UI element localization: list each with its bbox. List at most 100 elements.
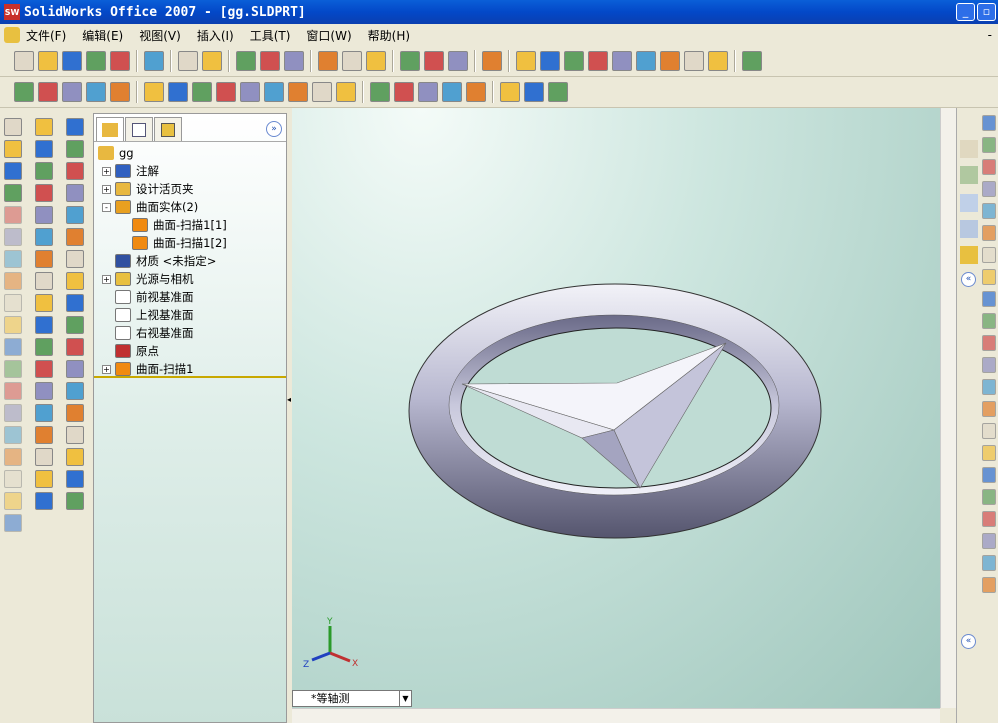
feature-command-icon[interactable] <box>66 294 84 312</box>
tree-item[interactable]: - 曲面实体(2) <box>102 198 198 216</box>
feature-command-icon[interactable] <box>4 404 22 422</box>
menu-item[interactable]: 文件(F) <box>26 27 66 44</box>
zoom-area-icon[interactable] <box>192 82 212 102</box>
top-view-icon[interactable] <box>612 51 632 71</box>
tab-configuration-manager[interactable] <box>154 117 182 141</box>
sketch-tool-icon[interactable] <box>982 533 996 549</box>
sketch-tool-icon[interactable] <box>982 423 996 439</box>
menu-item[interactable]: 帮助(H) <box>368 27 410 44</box>
tree-item[interactable]: 原点 <box>102 342 159 360</box>
menu-item[interactable]: 视图(V) <box>139 27 181 44</box>
feature-command-icon[interactable] <box>4 294 22 312</box>
expand-toggle[interactable]: + <box>102 364 111 374</box>
rollback-bar[interactable] <box>94 376 286 378</box>
feature-command-icon[interactable] <box>4 492 22 510</box>
tree-root[interactable]: gg <box>98 144 134 162</box>
front-view-icon[interactable] <box>516 51 536 71</box>
expand-toggle[interactable]: - <box>102 202 111 212</box>
appearances-icon[interactable] <box>960 246 978 264</box>
undo-icon[interactable] <box>178 51 198 71</box>
menu-item[interactable]: 工具(T) <box>250 27 291 44</box>
right-view-icon[interactable] <box>588 51 608 71</box>
appearance-icon[interactable] <box>366 51 386 71</box>
vertical-scrollbar[interactable] <box>940 108 956 708</box>
trimetric-view-icon[interactable] <box>684 51 704 71</box>
tree-item[interactable]: 右视基准面 <box>102 324 194 342</box>
feature-command-icon[interactable] <box>35 272 53 290</box>
feature-command-icon[interactable] <box>66 382 84 400</box>
feature-command-icon[interactable] <box>35 228 53 246</box>
feature-command-icon[interactable] <box>4 250 22 268</box>
feature-command-icon[interactable] <box>35 184 53 202</box>
feature-command-icon[interactable] <box>4 206 22 224</box>
tree-item[interactable]: 曲面-扫描1[2] <box>132 234 227 252</box>
feature-command-icon[interactable] <box>4 426 22 444</box>
curvature-icon[interactable] <box>524 82 544 102</box>
feature-command-icon[interactable] <box>4 448 22 466</box>
tree-item[interactable]: + 注解 <box>102 162 159 180</box>
wireframe-icon[interactable] <box>370 82 390 102</box>
section-view-icon[interactable] <box>500 82 520 102</box>
zoom-selection-icon[interactable] <box>240 82 260 102</box>
print-icon[interactable] <box>144 51 164 71</box>
feature-command-icon[interactable] <box>35 492 53 510</box>
layout-icon[interactable] <box>424 51 444 71</box>
design-library-icon[interactable] <box>960 166 978 184</box>
feature-command-icon[interactable] <box>66 470 84 488</box>
view-palette-icon[interactable] <box>960 220 978 238</box>
horizontal-scrollbar[interactable] <box>292 708 940 723</box>
collapse-left-button[interactable]: « <box>961 272 976 287</box>
point-icon[interactable] <box>86 82 106 102</box>
sketch-tool-icon[interactable] <box>982 379 996 395</box>
sketch-tool-icon[interactable] <box>982 489 996 505</box>
expand-panel-button[interactable]: » <box>266 121 282 137</box>
feature-command-icon[interactable] <box>35 448 53 466</box>
equations-icon[interactable] <box>342 51 362 71</box>
tree-item[interactable]: + 设计活页夹 <box>102 180 194 198</box>
solidworks-menu-icon[interactable] <box>4 27 20 43</box>
shaded-edges-icon[interactable] <box>442 82 462 102</box>
feature-command-icon[interactable] <box>4 228 22 246</box>
menu-item[interactable]: 插入(I) <box>197 27 234 44</box>
feature-command-icon[interactable] <box>66 426 84 444</box>
color-palette-icon[interactable] <box>318 51 338 71</box>
feature-command-icon[interactable] <box>4 140 22 158</box>
sketch-tool-icon[interactable] <box>982 159 996 175</box>
new-icon[interactable] <box>14 51 34 71</box>
rotate-icon[interactable] <box>264 82 284 102</box>
feature-command-icon[interactable] <box>35 426 53 444</box>
feature-command-icon[interactable] <box>66 140 84 158</box>
feature-command-icon[interactable] <box>66 338 84 356</box>
feature-command-icon[interactable] <box>35 338 53 356</box>
feature-command-icon[interactable] <box>4 162 22 180</box>
sketch-tool-icon[interactable] <box>982 291 996 307</box>
tree-item[interactable]: 前视基准面 <box>102 288 194 306</box>
file-explorer-icon[interactable] <box>960 194 978 212</box>
tree-item[interactable]: 曲面-扫描1[1] <box>132 216 227 234</box>
zoom-fit-icon[interactable] <box>168 82 188 102</box>
coordinate-system-icon[interactable] <box>62 82 82 102</box>
feature-command-icon[interactable] <box>35 470 53 488</box>
feature-command-icon[interactable] <box>35 316 53 334</box>
feature-command-icon[interactable] <box>35 162 53 180</box>
options-icon[interactable] <box>86 51 106 71</box>
feature-command-icon[interactable] <box>66 272 84 290</box>
feature-command-icon[interactable] <box>66 184 84 202</box>
pan-icon[interactable] <box>288 82 308 102</box>
dimetric-view-icon[interactable] <box>708 51 728 71</box>
graphics-area[interactable]: Y X Z <box>292 108 940 708</box>
sketch-tool-icon[interactable] <box>982 401 996 417</box>
sketch-tool-icon[interactable] <box>982 247 996 263</box>
tree-item[interactable]: + 光源与相机 <box>102 270 194 288</box>
feature-command-icon[interactable] <box>4 316 22 334</box>
save-icon[interactable] <box>62 51 82 71</box>
sketch-tool-icon[interactable] <box>982 555 996 571</box>
sketch-tool-icon[interactable] <box>982 115 996 131</box>
feature-command-icon[interactable] <box>66 206 84 224</box>
sketch-tool-icon[interactable] <box>982 335 996 351</box>
feature-command-icon[interactable] <box>66 228 84 246</box>
tab-feature-manager[interactable] <box>96 117 124 141</box>
feature-command-icon[interactable] <box>35 360 53 378</box>
menu-minimize-button[interactable]: - <box>988 28 992 42</box>
feature-command-icon[interactable] <box>4 360 22 378</box>
